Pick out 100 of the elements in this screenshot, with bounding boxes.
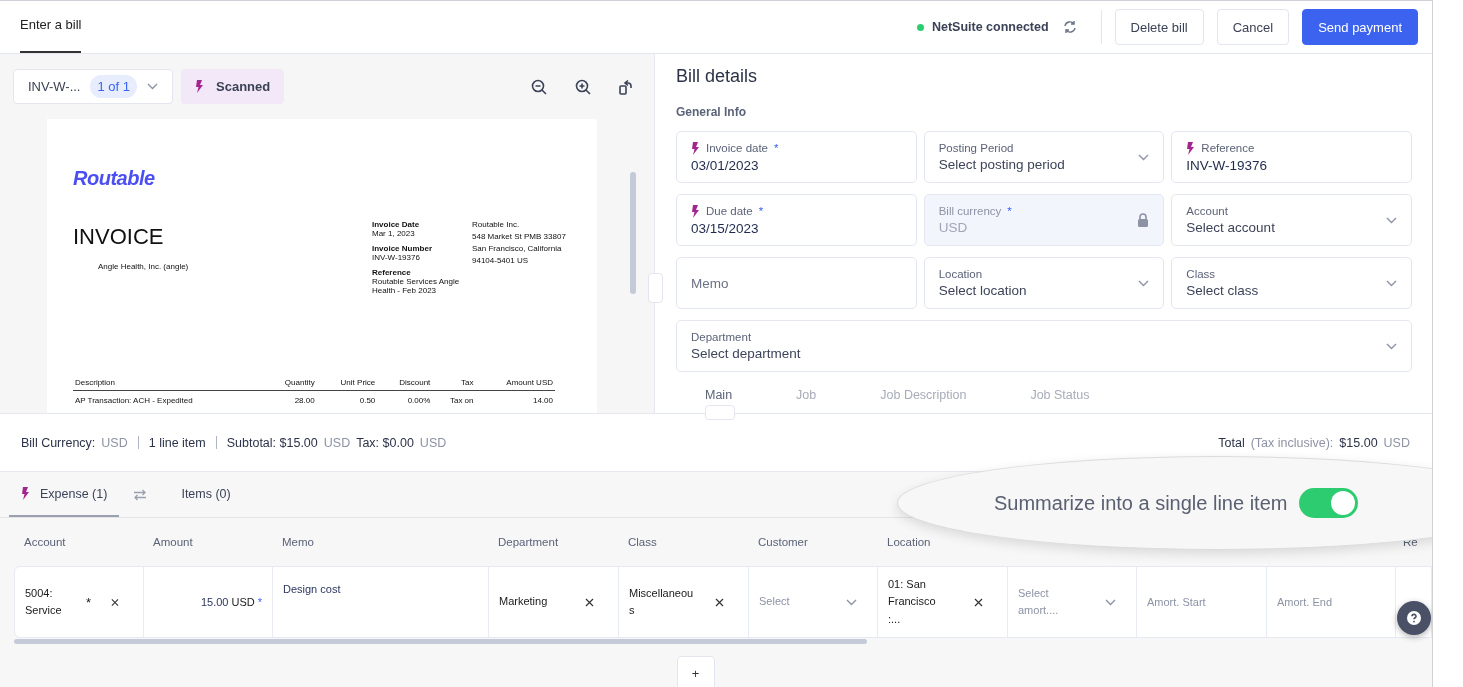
scrollbar[interactable] — [14, 639, 867, 644]
table-cell: 0.50 — [316, 390, 378, 410]
meta-value: INV-W-19376 — [372, 253, 421, 262]
meta-label: Invoice Date — [372, 220, 421, 229]
address-line: Routable Inc. — [472, 220, 521, 229]
column-header: Department — [497, 535, 560, 550]
input-field[interactable]: Memo — [676, 257, 917, 309]
table-cell: Tax on — [432, 390, 476, 410]
table-cell[interactable]: 01: San Francisco :... — [878, 567, 1008, 637]
bolt-icon — [691, 141, 700, 155]
column-header: Location — [886, 535, 932, 550]
required-mark: * — [774, 142, 779, 154]
bolt-icon — [21, 487, 30, 500]
address-line: 548 Market St PMB 33807 — [472, 232, 566, 241]
table-cell: AP Transaction: ACH - Expedited — [73, 390, 264, 410]
scanned-badge: Scanned — [181, 69, 285, 104]
chevron-down-icon — [1138, 153, 1150, 161]
secondary-button[interactable]: Cancel — [1216, 9, 1290, 45]
field-label: Account — [1186, 205, 1228, 217]
table-cell[interactable]: Miscellaneous — [619, 567, 749, 637]
table-cell: 28.00 — [263, 390, 317, 410]
resize-handle[interactable] — [648, 273, 663, 303]
toggle-switch[interactable] — [1299, 488, 1359, 518]
chevron-down-icon — [1386, 342, 1397, 350]
total-text: $15.00 — [1339, 435, 1378, 450]
locked-field: Bill currency * USD — [923, 194, 1165, 246]
column-header: Amount — [152, 535, 194, 550]
meta-value: Mar 1, 2023 — [372, 229, 416, 238]
column-header: Account — [23, 535, 67, 550]
meta-label: Invoice Number — [372, 244, 433, 253]
help-icon — [1407, 611, 1421, 625]
status-label: NetSuite connected — [931, 20, 1049, 34]
summary-text: USD — [419, 435, 447, 450]
column-header: Quantity — [263, 378, 317, 391]
sub-tab[interactable]: Main — [705, 388, 733, 402]
select-field[interactable]: Class Select class — [1171, 257, 1412, 309]
toggle-label: Summarize into a single line item — [994, 491, 1288, 515]
input-field[interactable]: Due date * 03/15/2023 — [676, 194, 917, 246]
close-icon[interactable] — [585, 597, 594, 607]
chevron-down-icon — [846, 598, 857, 606]
rotate-icon[interactable] — [619, 78, 633, 95]
input-field[interactable]: Invoice date * 03/01/2023 — [676, 131, 917, 183]
select-field[interactable]: Account Select account — [1171, 194, 1412, 246]
column-header: Amount USD — [475, 378, 555, 391]
chevron-down-icon — [1386, 279, 1397, 287]
secondary-button[interactable]: Delete bill — [1114, 9, 1204, 45]
close-icon[interactable] — [111, 597, 119, 607]
summary-text: Subtotal: $15.00 — [226, 435, 318, 450]
tab[interactable]: Expense (1) — [9, 472, 120, 517]
chevron-down-icon — [1386, 216, 1397, 224]
chevron-down-icon — [1138, 279, 1150, 287]
zoom-out-icon[interactable] — [531, 78, 547, 95]
field-label: Due date — [706, 205, 753, 217]
invoice-title: INVOICE — [73, 224, 165, 250]
field-label: Posting Period — [938, 142, 1014, 154]
bolt-icon — [195, 80, 204, 93]
column-header: Customer — [757, 535, 809, 550]
logo: Routable — [73, 167, 156, 190]
field-label: Bill currency — [938, 205, 1002, 217]
summary-text: 1 line item — [148, 435, 206, 450]
column-header: Tax — [432, 378, 476, 391]
column-header: Unit Price — [316, 378, 378, 391]
column-header: Discount — [377, 378, 433, 391]
bolt-icon — [691, 204, 700, 218]
table-cell: 14.00 — [475, 390, 555, 410]
primary-button[interactable]: Send payment — [1302, 9, 1418, 45]
chevron-down-icon — [1105, 598, 1116, 606]
customer-name: Angle Health, Inc. (angle) — [98, 262, 190, 271]
summary-text: Bill Currency: — [21, 435, 96, 450]
table-cell[interactable]: Marketing — [489, 567, 619, 637]
field-label: Location — [938, 268, 983, 280]
field-label: Department — [691, 331, 752, 343]
summary-text: USD — [323, 435, 351, 450]
summary-text: Tax: $0.00 — [356, 435, 414, 450]
zoom-in-icon[interactable] — [575, 78, 591, 95]
refresh-icon[interactable] — [1062, 20, 1077, 34]
select-field[interactable]: Location Select location — [923, 257, 1165, 309]
table-cell[interactable]: Design cost — [273, 567, 489, 637]
column-header: Description — [73, 378, 264, 391]
scrollbar[interactable] — [630, 172, 636, 294]
table-cell: 0.00% — [377, 390, 433, 410]
lock-icon — [1137, 213, 1150, 227]
meta-label: Reference — [372, 268, 412, 277]
summary-text: USD — [101, 435, 128, 450]
total-text: Total — [1218, 435, 1245, 450]
document-select[interactable]: INV-W-... 1 of 1 — [13, 69, 173, 104]
resize-handle[interactable] — [705, 405, 735, 420]
close-icon[interactable] — [715, 597, 724, 607]
total-text: (Tax inclusive): — [1250, 435, 1334, 450]
close-icon[interactable] — [974, 597, 983, 607]
total-text: USD — [1383, 435, 1410, 450]
select-field[interactable]: Posting Period Select posting period — [923, 131, 1165, 183]
table-cell[interactable]: 5004: Service * — [15, 567, 144, 637]
table-cell[interactable]: 15.00 USD * — [144, 567, 273, 637]
address-line: 94104-5401 US — [472, 256, 530, 265]
tab[interactable]: Items (0) — [169, 472, 243, 517]
add-row-button[interactable]: + — [676, 656, 715, 687]
input-field[interactable]: Reference INV-W-19376 — [1171, 131, 1412, 183]
meta-value: Routable Services Angle Health - Feb 2023 — [372, 277, 461, 295]
select-field[interactable]: Department Select department — [676, 320, 1412, 372]
